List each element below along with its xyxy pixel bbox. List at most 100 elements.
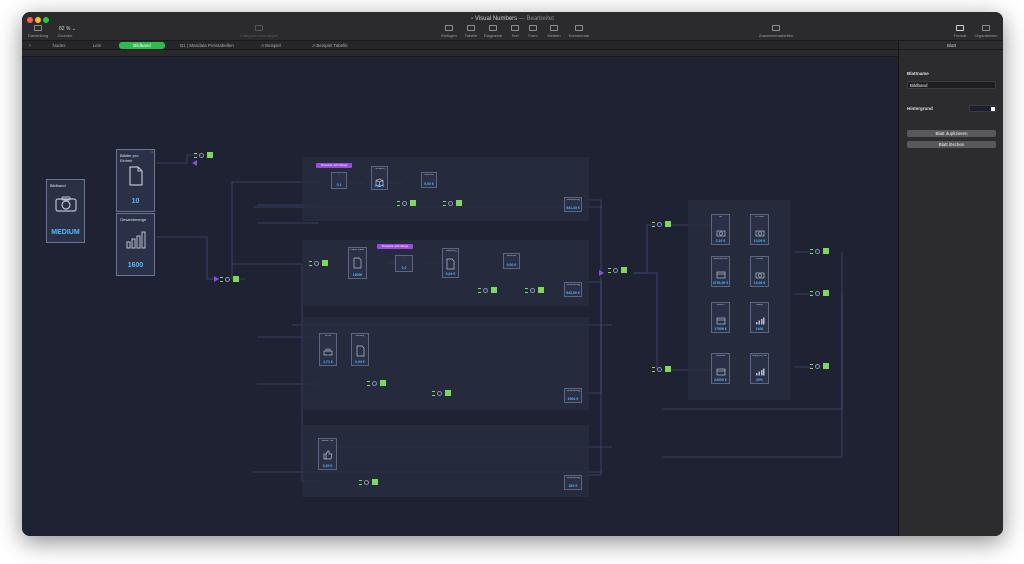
node-r3-out[interactable]: × Gesamtpreis 2904 € [564,388,582,403]
pages-label: Blätter pro Einheit [120,153,139,163]
node-r3-b[interactable]: Bindung 0,03 € [351,333,369,366]
connector-node[interactable] [652,366,675,373]
node-r1-c-value: 0,00 € [424,182,434,186]
node-r2-b[interactable]: ▫ 0.2 [395,255,413,272]
connector-node[interactable] [525,287,548,294]
connector-node[interactable] [397,200,420,207]
collaborate-button[interactable]: Zusammenarbeiten [752,25,800,38]
tab-lem[interactable]: Lem [86,42,108,49]
price-tier-tag[interactable]: Preisstufe nach Menge [316,163,352,168]
connector-node[interactable] [194,152,217,159]
delete-sheet-button[interactable]: Blatt löschen [907,141,996,148]
connector-node[interactable] [810,363,833,370]
summary-label: Marge pro Stk [752,355,767,357]
connector-node[interactable] [478,287,501,294]
summary-card[interactable]: Gesamtkosten 4776,00 € [711,256,730,287]
node-r4-a[interactable]: Marke / Stk 0,20 € [318,438,337,470]
text-button[interactable]: Text [509,25,521,38]
sheet-name-label: Blattname [907,71,929,76]
node-r1-a-value: 0.1 [336,183,342,187]
product-label: Bildband [50,183,66,188]
node-r2-c[interactable]: × Blattpreis 0,04 € [442,248,459,278]
tab-nodes[interactable]: Nodes [46,42,72,49]
insert-label: Einfügen [441,33,457,38]
tab-a-beispiel-tabelle[interactable]: A Beispiel Tabelle [305,42,355,49]
node-canvas[interactable]: Bildband MEDIUM × Blätter pro Einheit 10… [22,57,898,536]
node-r2-out-label: Gesamtpreis [566,284,580,286]
media-button[interactable]: Medien [545,25,563,38]
node-r3-b-label: Bindung [355,335,365,337]
view-label: Darstellung [28,33,49,38]
node-r1-b[interactable]: × Versand 0,31 € [371,166,388,190]
chart-button[interactable]: Diagramm [482,25,504,38]
node-r2-d[interactable]: Lieferzeit 0,00 € [503,253,520,269]
app-window: ▫ Visual Numbers — Bearbeitet Darstellun… [22,12,1003,536]
connector-node[interactable] [443,200,466,207]
tab-a-beispiel[interactable]: A Beispiel [254,42,288,49]
quantity-card[interactable]: Gesamtmenge 1600 [116,213,155,276]
node-r1-out[interactable]: × Gesamtpreis 541,33 € [564,197,582,212]
insert-button[interactable]: Einfügen [438,25,460,38]
node-r2-a-label: Papier Blätter [350,249,365,251]
tab-bildband[interactable]: Bildband [119,42,165,49]
node-r4-out[interactable]: × Gesamtpreis 320 € [564,475,582,490]
table-button[interactable]: Tabelle [462,25,480,38]
summary-label: Stk [718,216,723,218]
node-r1-out-value: 541,33 € [566,206,580,210]
summary-card[interactable]: Umsatz 13,06 € [750,256,769,287]
node-r1-c[interactable]: Lieferzeit 0,00 € [421,172,437,188]
node-r4-a-value: 0,20 € [322,464,333,468]
view-button[interactable]: Darstellung [28,25,48,38]
organize-button[interactable]: Organisieren [972,25,1000,38]
background-color-well[interactable] [969,105,997,112]
node-r2-a[interactable]: Papier Blätter 16000 [348,247,367,279]
comment-button[interactable]: Kommentar [566,25,592,38]
ruler [22,50,898,57]
connector-node[interactable] [220,276,243,283]
connector-node[interactable] [367,380,390,387]
node-r3-b-value: 0,03 € [355,360,365,364]
summary-card[interactable]: Gewinn 17556 € [711,302,730,333]
node-r1-b-value: 0,31 € [374,184,385,188]
summary-card[interactable]: VK netto 13,00 € [750,214,769,245]
add-category-button[interactable]: Kategorie hinzufügen [234,25,284,38]
sheet-name-field[interactable]: Bildband [907,81,996,89]
node-r3-a[interactable]: Druck 1,71 € [319,333,337,366]
summary-card[interactable]: Marge 1400 [750,302,769,333]
table-label: Tabelle [464,33,478,38]
node-r1-a[interactable]: ▫ 0.1 [331,172,347,189]
node-r2-b-value: 0.2 [401,266,407,270]
tab-mandala-preistabellen[interactable]: B1 | Mandala Preistabellen [172,42,242,49]
connector-node[interactable] [810,290,833,297]
summary-card[interactable]: Stk 2,10 € [711,214,730,245]
price-tier-tag[interactable]: Preisstufe nach Menge [377,244,413,249]
add-sheet-button[interactable]: + [26,42,34,49]
color-picker-icon[interactable] [991,107,995,111]
duplicate-sheet-button[interactable]: Blatt duplizieren [907,130,996,137]
shape-button[interactable]: Form [526,25,540,38]
category-icon [255,25,263,31]
connector-node[interactable] [309,260,332,267]
zoom-select[interactable]: 82 % ⌄ [59,26,76,32]
close-icon[interactable]: × [151,150,153,154]
node-r3-out-value: 2904 € [567,397,579,401]
node-r2-out[interactable]: × Gesamtpreis 543,00 € [564,282,582,297]
format-button[interactable]: Format [951,25,969,38]
connector-node[interactable] [608,267,631,274]
node-r2-a-value: 16000 [352,273,363,277]
summary-card[interactable]: Marge pro Stk 20% [750,353,769,384]
pages-card[interactable]: × Blätter pro Einheit 10 [116,149,155,212]
summary-card[interactable]: Liquidität 24000 € [711,353,730,384]
format-label: Format [953,33,967,38]
organize-icon [982,25,990,31]
collaborate-label: Zusammenarbeiten [758,33,794,38]
shape-icon [529,25,537,31]
connector-node[interactable] [432,390,455,397]
connector-node[interactable] [359,479,382,486]
summary-label: Gesamtkosten [713,258,728,260]
summary-label: Gewinn [716,304,725,306]
connector-node[interactable] [810,248,833,255]
connector-node[interactable] [652,221,675,228]
product-card[interactable]: Bildband MEDIUM [46,179,85,243]
zoom-button[interactable]: Zoomen [55,33,75,38]
